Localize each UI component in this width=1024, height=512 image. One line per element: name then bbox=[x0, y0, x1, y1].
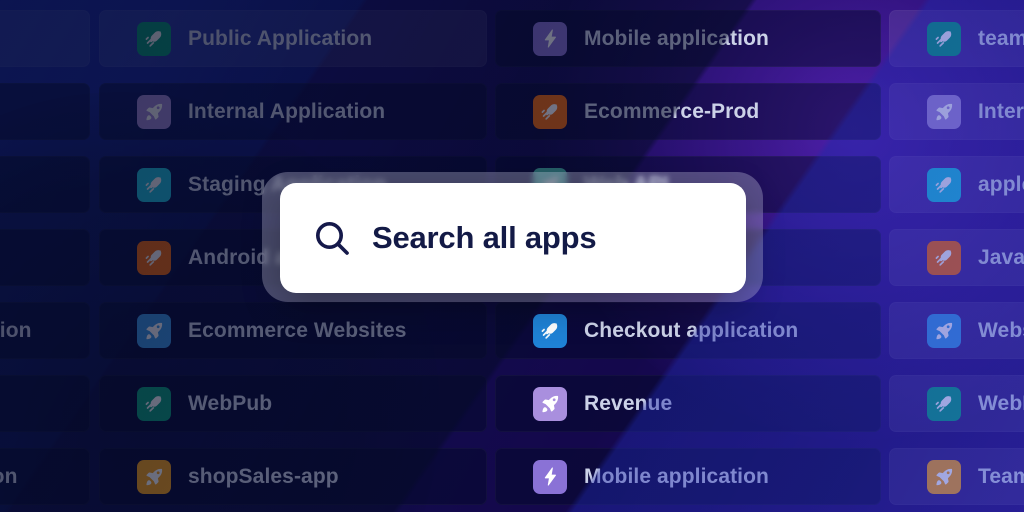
comet-icon bbox=[137, 21, 171, 56]
app-card[interactable]: Android app Internet bbox=[0, 229, 90, 286]
app-card[interactable]: shopSales-app bbox=[99, 448, 487, 505]
app-card[interactable]: Ecommerce Websites bbox=[99, 302, 487, 359]
app-card[interactable]: WebPub Website bbox=[0, 375, 90, 432]
column-1: Public Application Internal Application St… bbox=[0, 0, 90, 512]
app-card[interactable]: Internal Application bbox=[0, 83, 90, 140]
comet-icon bbox=[533, 94, 567, 129]
rocket-icon bbox=[137, 94, 171, 129]
search-bar[interactable]: Search all apps bbox=[280, 183, 746, 293]
app-card-label: Mobile application bbox=[584, 26, 769, 50]
rocket-icon bbox=[533, 386, 567, 421]
app-card[interactable]: TeamApp bbox=[889, 448, 1024, 505]
app-card[interactable]: Javascript app bbox=[889, 229, 1024, 286]
rocket-icon bbox=[137, 459, 171, 494]
app-card[interactable]: shopSales Application bbox=[0, 448, 90, 505]
bolt-icon bbox=[533, 459, 567, 494]
comet-icon bbox=[927, 386, 961, 421]
rocket-icon bbox=[927, 313, 961, 348]
app-card-label: WebPub bbox=[188, 391, 273, 415]
app-card[interactable]: Public Application bbox=[99, 10, 487, 67]
app-card-label: appleApp bbox=[978, 172, 1024, 196]
app-card[interactable]: Revenue bbox=[495, 375, 881, 432]
app-card[interactable]: Mobile application bbox=[495, 10, 881, 67]
app-card-label: Checkout application bbox=[584, 318, 799, 342]
comet-icon bbox=[137, 386, 171, 421]
app-card-label: Ecommerce Websites bbox=[188, 318, 407, 342]
app-card-label: Ecommerce-Prod bbox=[584, 99, 760, 123]
app-card-label: Ecommerce Application bbox=[0, 318, 32, 342]
app-card[interactable]: Internal App bbox=[889, 83, 1024, 140]
app-card-label: shopSales Application bbox=[0, 464, 18, 488]
app-card-label: TeamApp bbox=[978, 464, 1024, 488]
app-card-label: Javascript app bbox=[978, 245, 1024, 269]
rocket-icon bbox=[927, 94, 961, 129]
search-placeholder-text: Search all apps bbox=[372, 220, 597, 255]
comet-icon bbox=[137, 240, 171, 275]
app-card[interactable]: Internal Application bbox=[99, 83, 487, 140]
app-card-label: Internal Application bbox=[188, 99, 386, 123]
rocket-icon bbox=[927, 459, 961, 494]
app-card-label: Internal App bbox=[978, 99, 1024, 123]
app-card[interactable]: Ecommerce-Prod bbox=[495, 83, 881, 140]
app-card-label: Revenue bbox=[584, 391, 673, 415]
app-card[interactable]: appleApp bbox=[889, 156, 1024, 213]
app-card[interactable]: Checkout application bbox=[495, 302, 881, 359]
app-card[interactable]: Mobile application bbox=[495, 448, 881, 505]
bolt-icon bbox=[533, 21, 567, 56]
comet-icon bbox=[533, 313, 567, 348]
comet-icon bbox=[927, 167, 961, 202]
app-card[interactable]: Website app bbox=[889, 302, 1024, 359]
app-card-label: shopSales-app bbox=[188, 464, 339, 488]
app-card[interactable]: WebPub bbox=[99, 375, 487, 432]
app-card-label: WebPub bbox=[978, 391, 1024, 415]
app-card-label: Mobile application bbox=[584, 464, 769, 488]
app-card[interactable]: WebPub bbox=[889, 375, 1024, 432]
column-4: teamApp Internal App appleApp Javascript ap… bbox=[889, 0, 1024, 512]
comet-icon bbox=[927, 21, 961, 56]
app-card-label: Public Application bbox=[188, 26, 373, 50]
comet-icon bbox=[137, 167, 171, 202]
comet-icon bbox=[927, 240, 961, 275]
app-card-label: Website app bbox=[978, 318, 1024, 342]
app-card[interactable]: Staging Application bbox=[0, 156, 90, 213]
search-icon bbox=[312, 218, 352, 258]
app-search-screen: Public Application Internal Application St… bbox=[0, 0, 1024, 512]
app-card[interactable]: Ecommerce Application bbox=[0, 302, 90, 359]
app-card[interactable]: Public Application bbox=[0, 10, 90, 67]
app-card-label: teamApp bbox=[978, 26, 1024, 50]
app-card[interactable]: teamApp bbox=[889, 10, 1024, 67]
rocket-icon bbox=[137, 313, 171, 348]
